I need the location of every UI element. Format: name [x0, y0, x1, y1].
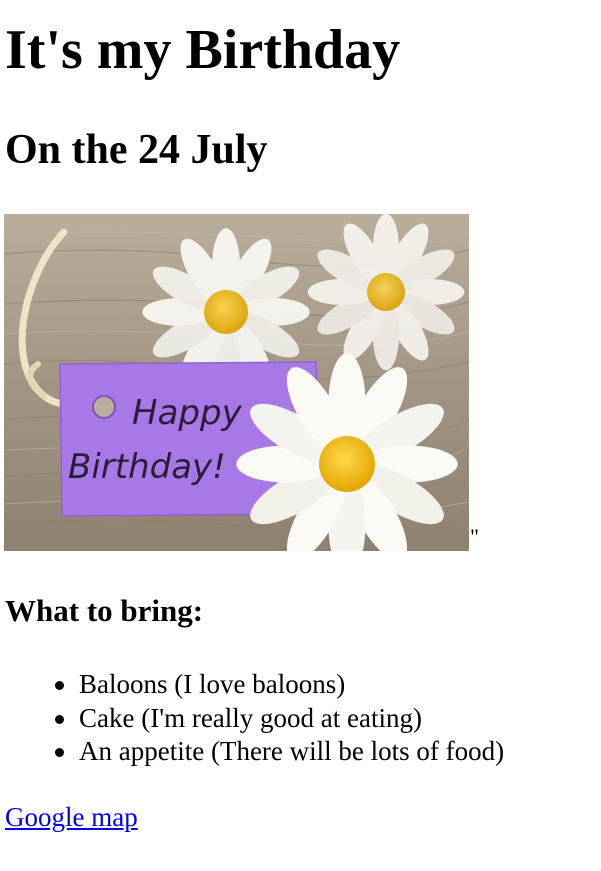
page-title: It's my Birthday	[5, 19, 401, 81]
svg-text:Happy: Happy	[132, 393, 243, 433]
google-map-link[interactable]: Google map	[5, 800, 138, 834]
list-item: An appetite (There will be lots of food)	[54, 735, 504, 769]
bring-list: Baloons (I love baloons) Cake (I'm reall…	[54, 668, 504, 769]
svg-text:Birthday!: Birthday!	[68, 447, 226, 487]
list-item: Baloons (I love baloons)	[54, 668, 504, 702]
date-heading: On the 24 July	[5, 127, 268, 173]
what-to-bring-heading: What to bring:	[5, 593, 204, 628]
birthday-image: Happy Birthday!	[4, 214, 469, 551]
stray-quote-text: "	[470, 524, 479, 549]
list-item: Cake (I'm really good at eating)	[54, 702, 504, 736]
